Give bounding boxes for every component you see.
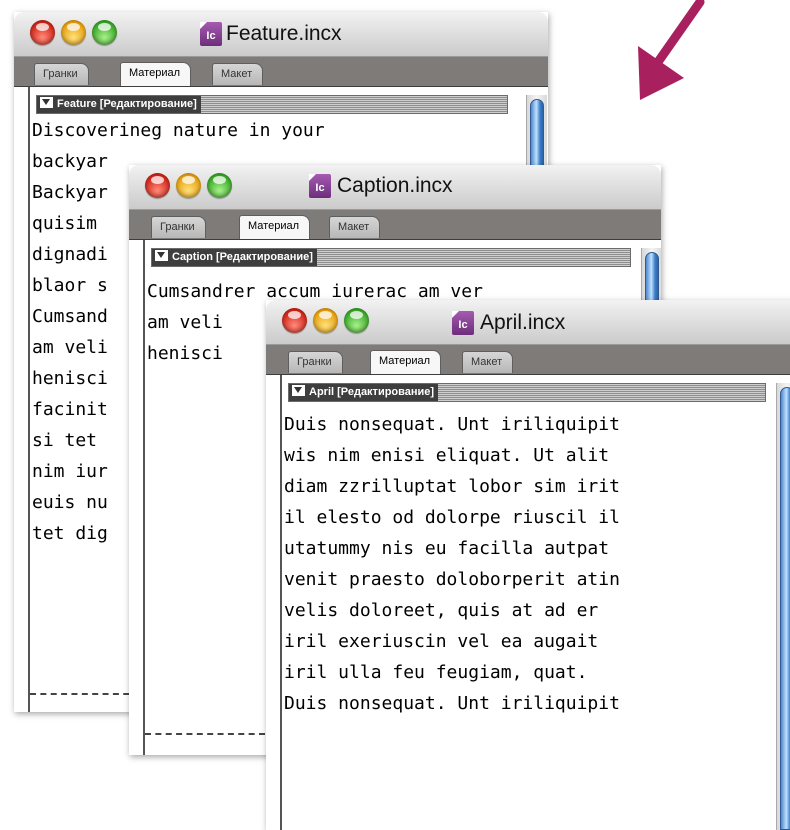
text-line[interactable]: euis nu — [32, 487, 108, 518]
tab-galley[interactable]: Гранки — [34, 63, 89, 85]
minimize-button[interactable] — [61, 20, 86, 45]
tab-story[interactable]: Материал — [120, 62, 191, 86]
minimize-button[interactable] — [313, 308, 338, 333]
zoom-button[interactable] — [92, 20, 117, 45]
window-titlebar[interactable]: Ic Feature.incx — [14, 12, 548, 57]
text-line[interactable]: velis doloreet, quis at ad er — [284, 595, 598, 626]
tab-story[interactable]: Материал — [370, 350, 441, 374]
tab-galley[interactable]: Гранки — [288, 351, 343, 373]
text-line[interactable]: henisci — [32, 363, 108, 394]
story-header[interactable]: April [Редактирование] — [288, 383, 766, 402]
text-line[interactable]: iril ulla feu feugiam, quat. — [284, 657, 587, 688]
zoom-button[interactable] — [207, 173, 232, 198]
disclosure-triangle-icon[interactable] — [155, 250, 168, 261]
window-title: Caption.incx — [337, 174, 453, 197]
story-header[interactable]: Caption [Редактирование] — [151, 248, 631, 267]
text-line[interactable]: Cumsand — [32, 301, 108, 332]
tab-layout[interactable]: Макет — [212, 63, 264, 85]
text-line[interactable]: quisim — [32, 208, 97, 239]
text-line[interactable]: backyar — [32, 146, 108, 177]
text-line[interactable]: wis nim enisi eliquat. Ut alit — [284, 440, 609, 471]
tab-story[interactable]: Материал — [239, 215, 310, 239]
text-line[interactable]: nim iur — [32, 456, 108, 487]
story-header-label: April [Редактирование] — [289, 384, 439, 401]
story-header-label: Feature [Редактирование] — [37, 96, 201, 113]
story-header[interactable]: Feature [Редактирование] — [36, 95, 508, 114]
text-line[interactable]: Duis nonsequat. Unt iriliquipit — [284, 409, 620, 440]
text-line[interactable]: Duis nonsequat. Unt iriliquipit — [284, 688, 620, 719]
text-line[interactable]: henisci — [147, 338, 223, 369]
disclosure-triangle-icon[interactable] — [292, 385, 305, 396]
text-line[interactable]: tet dig — [32, 518, 108, 549]
vertical-scrollbar[interactable] — [776, 383, 790, 830]
text-line[interactable]: Backyar — [32, 177, 108, 208]
text-line[interactable]: diam zzrilluptat lobor sim irit — [284, 471, 620, 502]
april-window: Ic April.incx Гранки Материал Макет Apri… — [266, 300, 790, 830]
text-line[interactable]: am veli — [147, 307, 223, 338]
pointer-arrow-icon — [638, 0, 705, 100]
view-tabs: Гранки Материал Макет — [14, 57, 548, 87]
incopy-document-icon: Ic — [452, 311, 474, 335]
incopy-document-icon: Ic — [200, 22, 222, 46]
view-tabs: Гранки Материал Макет — [129, 210, 661, 240]
story-end-marker — [145, 733, 265, 735]
text-line[interactable]: dignadi — [32, 239, 108, 270]
window-titlebar[interactable]: Ic April.incx — [266, 300, 790, 345]
scroll-thumb[interactable] — [780, 387, 790, 830]
text-line[interactable]: iril exeriuscin vel ea augait — [284, 626, 598, 657]
zoom-button[interactable] — [344, 308, 369, 333]
close-button[interactable] — [30, 20, 55, 45]
text-line[interactable]: venit praesto doloborperit atin — [284, 564, 620, 595]
tab-layout[interactable]: Макет — [329, 216, 381, 238]
text-line[interactable]: facinit — [32, 394, 108, 425]
text-line[interactable]: il elesto od dolorpe riuscil il — [284, 502, 620, 533]
window-titlebar[interactable]: Ic Caption.incx — [129, 165, 661, 210]
tab-galley[interactable]: Гранки — [151, 216, 206, 238]
window-title: April.incx — [480, 311, 566, 334]
close-button[interactable] — [282, 308, 307, 333]
story-editor[interactable]: April [Редактирование] Duis nonsequat. U… — [280, 375, 790, 830]
incopy-document-icon: Ic — [309, 174, 331, 198]
text-line[interactable]: am veli — [32, 332, 108, 363]
minimize-button[interactable] — [176, 173, 201, 198]
text-line[interactable]: si tet — [32, 425, 97, 456]
window-title: Feature.incx — [226, 22, 342, 45]
tab-layout[interactable]: Макет — [462, 351, 514, 373]
close-button[interactable] — [145, 173, 170, 198]
text-line[interactable]: blaor s — [32, 270, 108, 301]
text-line[interactable]: Discoverineg nature in your — [32, 115, 325, 146]
story-header-label: Caption [Редактирование] — [152, 249, 317, 266]
text-line[interactable]: utatummy nis eu facilla autpat — [284, 533, 609, 564]
disclosure-triangle-icon[interactable] — [40, 97, 53, 108]
view-tabs: Гранки Материал Макет — [266, 345, 790, 375]
